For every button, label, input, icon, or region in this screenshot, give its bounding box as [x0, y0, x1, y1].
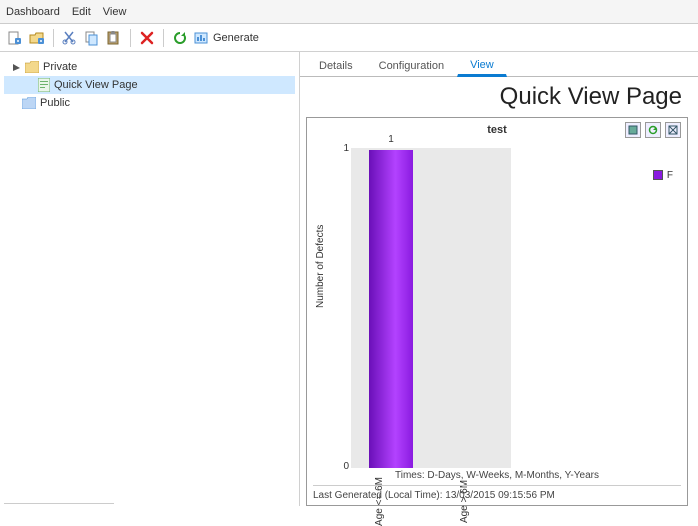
view-panel: Details Configuration View Quick View Pa…	[300, 52, 698, 506]
tab-view[interactable]: View	[457, 53, 507, 77]
paste-icon[interactable]	[105, 29, 123, 47]
tree-item-public[interactable]: Public	[4, 94, 295, 112]
cut-icon[interactable]	[61, 29, 79, 47]
collapse-icon[interactable]	[12, 63, 21, 72]
toolbar-separator	[130, 29, 131, 47]
tree-item-private[interactable]: Private	[4, 58, 295, 76]
tab-configuration[interactable]: Configuration	[366, 54, 457, 77]
tabbar: Details Configuration View	[300, 52, 698, 77]
menu-edit[interactable]: Edit	[72, 6, 91, 18]
tree-panel: Private Quick View Page Public	[0, 52, 300, 506]
chart-refresh-icon[interactable]	[645, 122, 661, 138]
new-folder-icon[interactable]	[28, 29, 46, 47]
chart-footer: Last Generated (Local Time): 13/03/2015 …	[313, 485, 681, 501]
toolbar-separator	[53, 29, 54, 47]
page-icon	[38, 78, 50, 92]
delete-icon[interactable]	[138, 29, 156, 47]
generate-icon	[193, 30, 209, 46]
tree-label: Public	[40, 97, 70, 109]
chart-caption: Times: D-Days, W-Weeks, M-Months, Y-Year…	[307, 470, 687, 481]
folder-icon	[25, 61, 39, 73]
page-title: Quick View Page	[300, 77, 698, 113]
tree-item-quick-view-page[interactable]: Quick View Page	[4, 76, 295, 94]
menubar: Dashboard Edit View	[0, 0, 698, 24]
chart-fullscreen-icon[interactable]	[665, 122, 681, 138]
toolbar: Generate	[0, 24, 698, 52]
bar	[369, 150, 413, 468]
chart-container: test 1 0 Number of Defects 1 Age <= 6M A…	[306, 117, 688, 506]
chart-config-icon[interactable]	[625, 122, 641, 138]
menu-dashboard[interactable]: Dashboard	[6, 6, 60, 18]
tab-details[interactable]: Details	[306, 54, 366, 77]
copy-icon[interactable]	[83, 29, 101, 47]
legend-swatch	[653, 170, 663, 180]
chart-toolbar	[625, 122, 681, 138]
bar-value-label: 1	[369, 134, 413, 145]
tree-label: Private	[43, 61, 77, 73]
legend-label: F	[667, 170, 673, 181]
folder-icon	[22, 97, 36, 109]
generate-button[interactable]: Generate	[193, 30, 259, 46]
refresh-icon[interactable]	[171, 29, 189, 47]
new-page-icon[interactable]	[6, 29, 24, 47]
plot-area: 1	[351, 148, 511, 468]
toolbar-separator	[163, 29, 164, 47]
tree-label: Quick View Page	[54, 79, 138, 91]
y-axis-label: Number of Defects	[315, 224, 326, 307]
generate-label: Generate	[213, 32, 259, 44]
y-tick: 1	[341, 143, 349, 154]
divider	[4, 503, 114, 504]
legend: F	[649, 168, 677, 183]
menu-view[interactable]: View	[103, 6, 127, 18]
